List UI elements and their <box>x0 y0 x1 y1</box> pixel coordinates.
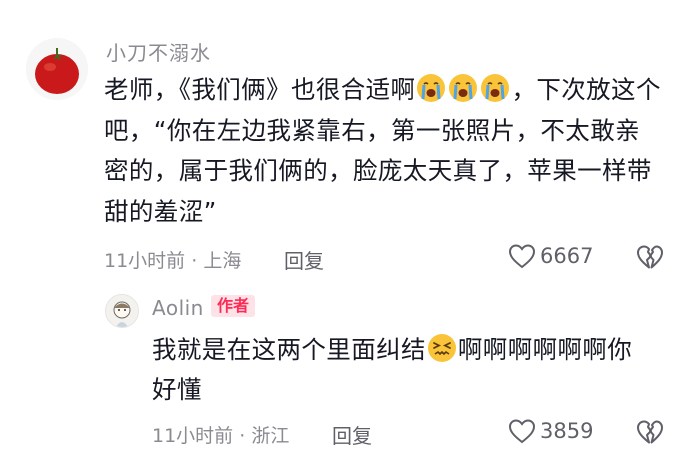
reply-like-button[interactable]: 3859 <box>508 418 593 444</box>
comment-location: 上海 <box>203 250 242 272</box>
reply-button[interactable]: 回复 <box>284 245 324 274</box>
reply-reply-button[interactable]: 回复 <box>332 420 372 449</box>
reply-text-part1: 我就是在这两个里面纠结 <box>152 335 426 364</box>
comment-text-part1: 老师，《我们俩》也很合适啊 <box>104 75 416 104</box>
user-avatar[interactable] <box>26 38 88 100</box>
loudly-crying-face-icon <box>417 74 446 102</box>
tomato-avatar-image <box>26 38 88 100</box>
dislike-button[interactable] <box>636 244 664 274</box>
broken-heart-icon <box>637 420 663 444</box>
reply-username[interactable]: Aolin <box>152 296 204 320</box>
loudly-crying-face-icon <box>449 74 478 102</box>
cartoon-avatar-image <box>106 295 138 327</box>
heart-icon <box>508 244 536 269</box>
confounded-face-icon <box>427 334 456 362</box>
comment-username[interactable]: 小刀不溺水 <box>106 37 211 66</box>
reply-dislike-button[interactable] <box>636 419 664 449</box>
comment-meta: 11小时前 · 上海 <box>104 246 241 273</box>
comment-time: 11小时前 <box>104 250 186 272</box>
meta-separator: · <box>239 425 246 447</box>
comment-text: 老师，《我们俩》也很合适啊 ，下次放这个吧，“你在左边我紧靠右，第一张照片，不太敢… <box>104 70 664 232</box>
heart-icon <box>508 419 536 444</box>
loudly-crying-face-icon <box>481 74 510 102</box>
reply-time: 11小时前 <box>152 425 234 447</box>
reply-like-count: 3859 <box>540 419 594 443</box>
reply-meta: 11小时前 · 浙江 <box>152 421 289 448</box>
like-count: 6667 <box>540 244 594 268</box>
meta-separator: · <box>191 250 198 272</box>
reply-text: 我就是在这两个里面纠结 啊啊啊啊啊啊你好懂 <box>152 330 652 410</box>
reply-location: 浙江 <box>251 425 290 447</box>
broken-heart-icon <box>637 245 663 269</box>
author-badge: 作者 <box>211 295 256 317</box>
like-button[interactable]: 6667 <box>508 243 593 269</box>
reply-avatar[interactable] <box>105 294 139 328</box>
